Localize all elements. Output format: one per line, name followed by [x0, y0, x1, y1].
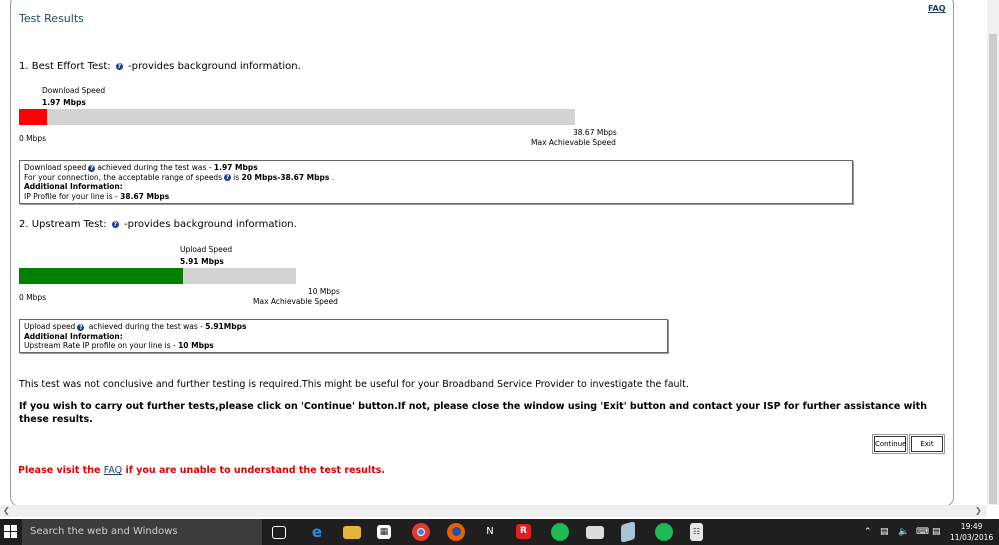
download-speed-caption: Download Speed: [42, 86, 106, 95]
download-max-label: 38.67 Mbps: [573, 128, 617, 137]
help-icon[interactable]: ?: [111, 220, 119, 228]
spotify-icon-2[interactable]: [655, 523, 673, 541]
range-info-value: 20 Mbps-38.67 Mbps: [241, 172, 330, 182]
upload-info-line3: Upstream Rate IP profile on your line is…: [24, 341, 663, 351]
download-min-label: 0 Mbps: [19, 134, 47, 143]
upload-speed-fill: [19, 268, 183, 284]
upload-info-text: Upload speed: [24, 322, 76, 331]
faq-note: Please visit the FAQ if you are unable t…: [18, 465, 385, 476]
exit-button[interactable]: Exit: [909, 434, 945, 454]
continue-button[interactable]: Continue: [872, 434, 908, 454]
clock-date: 11/03/2016: [950, 533, 994, 542]
additional-info-label: Additional Information:: [24, 331, 123, 341]
faq-note-text: Please visit the: [18, 465, 104, 476]
faq-link[interactable]: FAQ: [928, 4, 946, 13]
scroll-right-icon[interactable]: ❯: [975, 506, 982, 515]
best-effort-heading-label: 1. Best Effort Test:: [19, 61, 111, 72]
help-icon[interactable]: ?: [77, 323, 85, 331]
calculator-icon[interactable]: ☷: [690, 523, 703, 541]
battery-icon[interactable]: ▤: [880, 519, 889, 545]
page-title: Test Results: [19, 12, 84, 25]
upload-info-value: 5.91Mbps: [205, 322, 247, 331]
faq-note-link[interactable]: FAQ: [104, 465, 122, 476]
task-view-icon[interactable]: [272, 526, 286, 539]
show-hidden-icons-chevron-up-icon[interactable]: ⌃: [864, 519, 872, 545]
upload-info-text: achieved during the test was -: [86, 322, 206, 331]
download-speed-value: 1.97 Mbps: [42, 98, 86, 107]
taskbar-clock[interactable]: 19:49 11/03/2016: [950, 521, 993, 543]
scrollbar-thumb[interactable]: [989, 34, 997, 504]
ip-profile-value: 38.67 Mbps: [120, 191, 170, 201]
download-info-line2: For your connection, the acceptable rang…: [24, 173, 848, 183]
store-icon[interactable]: ▦: [377, 525, 391, 539]
download-info-line4: IP Profile for your line is - 38.67 Mbps: [24, 192, 848, 202]
upload-speed-bar: [19, 268, 296, 284]
vertical-scrollbar[interactable]: [987, 0, 999, 505]
edge-icon[interactable]: e: [308, 523, 326, 541]
help-icon[interactable]: ?: [88, 164, 96, 172]
download-info-value: 1.97 Mbps: [213, 163, 258, 172]
download-info-text: achieved during the test was -: [97, 163, 214, 172]
faq-note-text-end: if you are unable to understand the test…: [122, 465, 385, 476]
input-language-icon[interactable]: ⌨: [916, 519, 929, 545]
action-center-icon[interactable]: ▤: [932, 519, 941, 545]
upstream-profile-value: 10 Mbps: [178, 341, 214, 351]
upload-max-caption: Max Achievable Speed: [253, 297, 338, 306]
best-effort-heading-desc: -provides background information.: [128, 61, 301, 72]
upstream-heading-label: 2. Upstream Test:: [19, 219, 107, 230]
ip-profile-text: IP Profile for your line is -: [24, 191, 121, 201]
download-info-line1: Download speed? achieved during the test …: [24, 163, 848, 173]
additional-info-label: Additional Information:: [24, 182, 123, 192]
range-info-text: is: [233, 172, 242, 182]
upstream-profile-text: Upstream Rate IP profile on your line is…: [24, 341, 179, 351]
download-info-box: Download speed? achieved during the test …: [19, 160, 853, 204]
app-icon[interactable]: [621, 521, 635, 543]
file-explorer-icon[interactable]: [343, 526, 361, 539]
download-speed-bar: [19, 109, 575, 125]
range-info-text: For your connection, the acceptable rang…: [24, 172, 223, 182]
taskbar-search-input[interactable]: Search the web and Windows: [22, 519, 262, 545]
media-icon[interactable]: [586, 526, 604, 539]
upload-info-box: Upload speed? achieved during the test w…: [19, 319, 668, 353]
r-app-icon[interactable]: R: [516, 524, 531, 539]
network-app-icon[interactable]: N: [481, 523, 499, 541]
taskbar: Search the web and Windows e ▦ N R ☷ ⌃ ▤…: [0, 519, 999, 545]
download-info-text: Download speed: [24, 163, 87, 172]
conclusion-text: This test was not conclusive and further…: [19, 379, 689, 390]
upstream-heading: 2. Upstream Test: ? -provides background…: [19, 219, 297, 230]
range-info-end: .: [329, 172, 335, 182]
results-panel: [10, 0, 954, 507]
volume-icon[interactable]: 🔈: [898, 519, 909, 545]
upload-info-line1: Upload speed? achieved during the test w…: [24, 322, 663, 332]
windows-start-icon[interactable]: [4, 525, 18, 539]
help-icon[interactable]: ?: [115, 62, 123, 70]
scroll-left-icon[interactable]: ❮: [3, 506, 10, 515]
upload-speed-value: 5.91 Mbps: [180, 257, 224, 266]
best-effort-heading: 1. Best Effort Test: ? -provides backgro…: [19, 61, 301, 72]
instruction-text: If you wish to carry out further tests,p…: [19, 401, 927, 425]
spotify-icon[interactable]: [551, 523, 569, 541]
download-max-caption: Max Achievable Speed: [531, 138, 616, 147]
download-speed-fill: [19, 109, 48, 125]
upload-max-label: 10 Mbps: [308, 287, 340, 296]
upstream-heading-desc: -provides background information.: [124, 219, 297, 230]
firefox-icon[interactable]: [447, 523, 465, 541]
upload-speed-caption: Upload Speed: [180, 245, 233, 254]
upload-min-label: 0 Mbps: [19, 293, 47, 302]
help-icon[interactable]: ?: [224, 174, 232, 182]
horizontal-scrollbar[interactable]: ❮ ❯: [0, 505, 987, 517]
chrome-icon[interactable]: [412, 523, 430, 541]
clock-time: 19:49: [960, 522, 983, 531]
